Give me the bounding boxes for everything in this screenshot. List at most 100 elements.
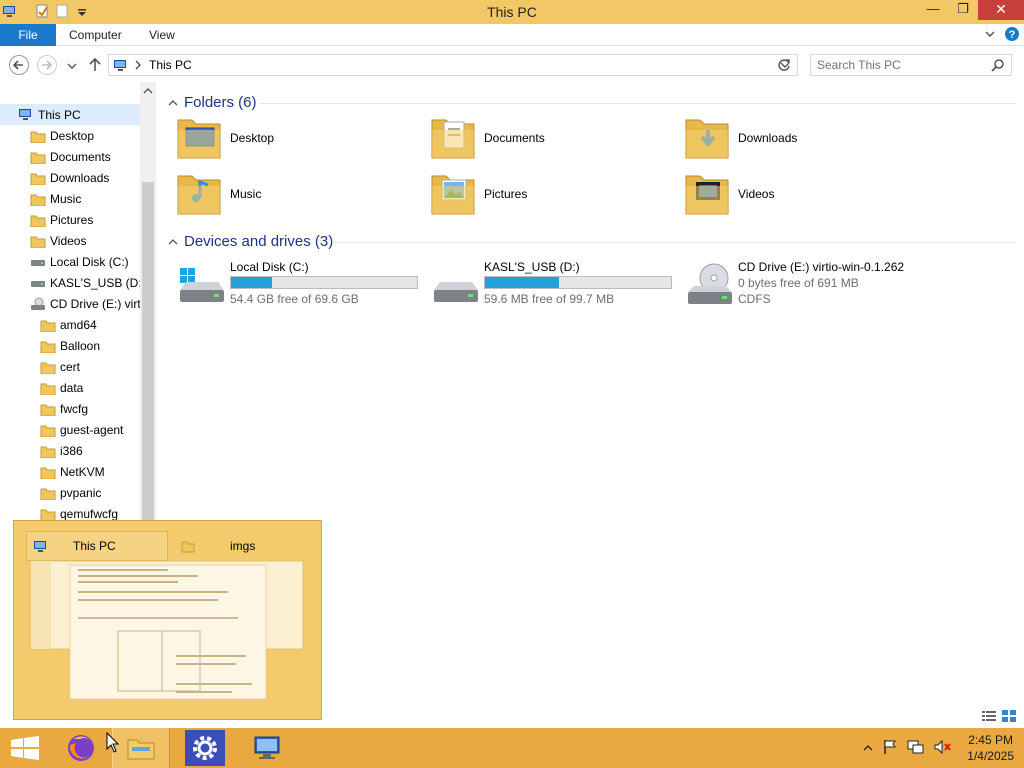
music-folder-icon	[176, 168, 222, 221]
tab-file[interactable]: File	[0, 24, 56, 46]
window-thumbnail-preview	[26, 559, 314, 700]
start-icon	[11, 736, 39, 760]
folders-group-title: Folders (6)	[184, 94, 257, 111]
breadcrumb-separator-icon[interactable]	[134, 59, 142, 74]
nav-item-guest-agent[interactable]: guest-agent	[0, 419, 140, 440]
action-center-flag-icon[interactable]	[882, 739, 898, 758]
cd-drive-icon	[30, 297, 46, 311]
system-tray: 2:45 PM 1/4/2025	[863, 728, 1024, 768]
file-explorer-icon	[127, 739, 155, 760]
recent-locations-button[interactable]	[66, 60, 78, 74]
nav-item-kasl-s-usb-d[interactable]: KASL'S_USB (D:)	[0, 272, 140, 293]
close-button[interactable]: ✕	[978, 0, 1024, 20]
nav-item-videos[interactable]: Videos	[0, 230, 140, 251]
switcher-item-title: imgs	[230, 539, 256, 553]
nav-item-label: data	[60, 380, 84, 395]
pictures-folder-icon	[30, 213, 46, 227]
address-row: This PC	[0, 48, 1024, 82]
folder-tile-downloads[interactable]: Downloads	[684, 112, 924, 164]
drives-group-header[interactable]: Devices and drives (3)	[168, 233, 333, 250]
taskbar-remote-desktop[interactable]	[238, 728, 296, 768]
details-view-icon[interactable]	[982, 710, 996, 725]
nav-item-i386[interactable]: i386	[0, 440, 140, 461]
folder-icon	[40, 423, 56, 437]
nav-item-downloads[interactable]: Downloads	[0, 167, 140, 188]
desktop-folder-icon	[30, 129, 46, 143]
search-input[interactable]	[817, 58, 987, 72]
expand-ribbon-icon[interactable]	[984, 28, 996, 43]
nav-item-pvpanic[interactable]: pvpanic	[0, 482, 140, 503]
tab-computer[interactable]: Computer	[69, 24, 122, 46]
local-disk-icon	[30, 255, 46, 269]
nav-item-label: Videos	[50, 233, 87, 248]
drive-tile-cd[interactable]: CD Drive (E:) virtio-win-0.1.262 0 bytes…	[684, 260, 964, 310]
scroll-up-icon[interactable]	[143, 87, 153, 95]
nav-item-label: fwcfg	[60, 401, 89, 416]
folder-tile-documents[interactable]: Documents	[430, 112, 670, 164]
nav-item-cert[interactable]: cert	[0, 356, 140, 377]
nav-item-pictures[interactable]: Pictures	[0, 209, 140, 230]
nav-item-label: Documents	[50, 149, 111, 164]
switcher-item-imgs[interactable]: imgs	[178, 531, 318, 561]
drive-name: KASL'S_USB (D:)	[484, 260, 580, 274]
forward-arrow-icon	[42, 60, 53, 70]
restore-button[interactable]: ❐	[948, 0, 978, 20]
folders-group-header[interactable]: Folders (6)	[168, 94, 257, 111]
switcher-item-this-pc[interactable]: This PC	[26, 531, 168, 561]
nav-item-data[interactable]: data	[0, 377, 140, 398]
nav-item-balloon[interactable]: Balloon	[0, 335, 140, 356]
drive-tile-local-disk[interactable]: Local Disk (C:) 54.4 GB free of 69.6 GB	[176, 260, 426, 310]
tab-view[interactable]: View	[149, 24, 175, 46]
taskbar-file-explorer[interactable]	[112, 728, 170, 768]
refresh-icon	[777, 59, 790, 71]
folder-tile-pictures[interactable]: Pictures	[430, 168, 670, 220]
downloads-folder-icon	[30, 171, 46, 185]
clock[interactable]: 2:45 PM 1/4/2025	[967, 732, 1014, 764]
search-box[interactable]	[810, 54, 1012, 76]
group-divider	[332, 242, 1016, 243]
drive-free-space: 59.6 MB free of 99.7 MB	[484, 292, 615, 306]
large-icons-view-icon[interactable]	[1002, 710, 1016, 725]
desktop-folder-icon	[176, 112, 222, 165]
nav-item-label: qemufwcfg	[60, 506, 119, 521]
network-icon[interactable]	[907, 739, 925, 758]
folder-tile-label: Music	[230, 187, 262, 201]
search-icon[interactable]	[991, 58, 1005, 75]
mouse-cursor-icon	[106, 732, 120, 753]
customize-toolbar-icon[interactable]	[74, 3, 90, 19]
nav-item-documents[interactable]: Documents	[0, 146, 140, 167]
taskbar-settings[interactable]	[176, 728, 234, 768]
folder-tile-desktop[interactable]: Desktop	[176, 112, 416, 164]
nav-item-local-disk-c[interactable]: Local Disk (C:)	[0, 251, 140, 272]
nav-item-netkvm[interactable]: NetKVM	[0, 461, 140, 482]
minimize-button[interactable]: —	[918, 0, 948, 20]
drive-tile-usb[interactable]: KASL'S_USB (D:) 59.6 MB free of 99.7 MB	[430, 260, 680, 310]
forward-button[interactable]	[37, 55, 57, 75]
nav-item-this-pc[interactable]: This PC	[0, 104, 140, 125]
nav-item-cd-drive-e-virtio-win-0-1-262[interactable]: CD Drive (E:) virtio-win-0.1.262	[0, 293, 140, 314]
folder-tile-label: Videos	[738, 187, 775, 201]
nav-item-amd64[interactable]: amd64	[0, 314, 140, 335]
nav-item-music[interactable]: Music	[0, 188, 140, 209]
properties-icon[interactable]	[34, 3, 50, 19]
show-hidden-icons-icon[interactable]	[863, 741, 873, 755]
new-folder-icon[interactable]	[54, 3, 70, 19]
refresh-button[interactable]	[770, 54, 798, 76]
nav-item-desktop[interactable]: Desktop	[0, 125, 140, 146]
nav-item-fwcfg[interactable]: fwcfg	[0, 398, 140, 419]
help-icon[interactable]: ?	[1004, 26, 1020, 45]
music-folder-icon	[30, 192, 46, 206]
volume-muted-icon[interactable]	[934, 739, 952, 758]
folder-tile-music[interactable]: Music	[176, 168, 416, 220]
start-button[interactable]	[0, 728, 50, 768]
folder-tile-label: Desktop	[230, 131, 275, 145]
folder-icon	[40, 318, 56, 332]
folder-tile-videos[interactable]: Videos	[684, 168, 924, 220]
nav-item-label: cert	[60, 359, 81, 374]
taskbar-firefox[interactable]	[52, 728, 110, 768]
address-bar[interactable]: This PC	[108, 54, 798, 76]
back-button[interactable]	[9, 55, 29, 75]
up-button[interactable]	[87, 56, 103, 77]
nav-item-label: CD Drive (E:) virtio-win-0.1.262	[50, 296, 140, 311]
breadcrumb-this-pc[interactable]: This PC	[149, 58, 192, 72]
